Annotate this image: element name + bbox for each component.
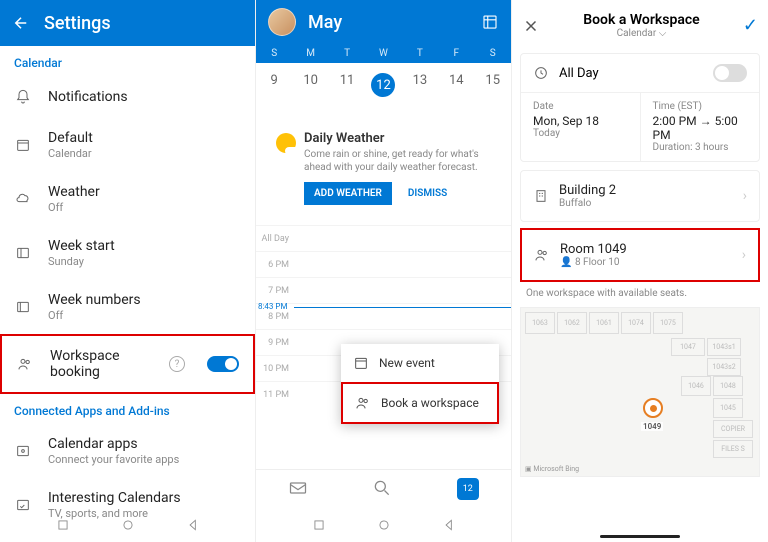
datetime-card: All Day Date Mon, Sep 18 Today Time (EST… bbox=[520, 53, 760, 162]
now-time: 8:43 PM bbox=[258, 302, 287, 311]
mail-tab-icon[interactable] bbox=[288, 478, 308, 500]
date-10[interactable]: 10 bbox=[292, 69, 328, 101]
floor-map[interactable]: 1063 1062 1061 1074 1075 1047 1043s1 104… bbox=[520, 307, 760, 477]
people-icon bbox=[534, 247, 550, 263]
new-menu: New event Book a workspace bbox=[341, 344, 499, 424]
menu-book-workspace[interactable]: Book a workspace bbox=[341, 382, 499, 424]
book-header: Book a Workspace Calendar ⌵ ✓ bbox=[512, 0, 768, 45]
interesting-icon bbox=[14, 496, 32, 514]
row-weather[interactable]: WeatherOff bbox=[0, 172, 255, 226]
date-12-selected[interactable]: 12 bbox=[365, 69, 401, 101]
date-picker[interactable]: Date Mon, Sep 18 Today bbox=[521, 93, 641, 161]
time-picker[interactable]: Time (EST) 2:00 PM → 5:00 PM Duration: 3… bbox=[641, 93, 760, 161]
clock-icon bbox=[533, 65, 549, 81]
settings-title: Settings bbox=[44, 13, 111, 34]
section-calendar: Calendar bbox=[0, 46, 255, 76]
calendar-icon bbox=[14, 136, 32, 154]
weather-sub: Come rain or shine, get ready for what's… bbox=[304, 148, 491, 174]
row-workspace-booking[interactable]: Workspace booking ? bbox=[0, 334, 255, 394]
help-icon[interactable]: ? bbox=[169, 356, 185, 372]
person-icon: 👤 bbox=[560, 257, 572, 268]
android-nav-2 bbox=[256, 514, 511, 536]
nav-recents-icon[interactable] bbox=[312, 518, 326, 532]
dismiss-button[interactable]: DISMISS bbox=[400, 182, 455, 205]
settings-header: Settings bbox=[0, 0, 255, 46]
availability-text: One workspace with available seats. bbox=[512, 282, 768, 303]
bottom-tabs: 12 bbox=[256, 469, 511, 508]
close-icon[interactable] bbox=[522, 17, 540, 35]
calendar-tab[interactable]: 12 bbox=[457, 478, 479, 500]
week-icon bbox=[14, 244, 32, 262]
weather-card: Daily Weather Come rain or shine, get re… bbox=[266, 121, 501, 215]
add-weather-button[interactable]: ADD WEATHER bbox=[304, 182, 392, 205]
date-15[interactable]: 15 bbox=[475, 69, 511, 101]
nav-recents-icon[interactable] bbox=[56, 518, 70, 532]
weather-title: Daily Weather bbox=[304, 131, 491, 146]
day-of-week-row: SMTWTFS bbox=[256, 44, 511, 63]
book-workspace-panel: Book a Workspace Calendar ⌵ ✓ All Day Da… bbox=[512, 0, 768, 542]
sun-icon bbox=[276, 133, 296, 153]
calendar-header: May SMTWTFS bbox=[256, 0, 511, 63]
search-tab-icon[interactable] bbox=[372, 478, 392, 500]
map-attribution: ▣ Microsoft Bing bbox=[525, 465, 579, 473]
workspace-icon bbox=[16, 355, 34, 373]
month-label[interactable]: May bbox=[308, 12, 469, 33]
chevron-right-icon: › bbox=[742, 247, 746, 263]
android-nav bbox=[0, 514, 255, 536]
avatar[interactable] bbox=[268, 8, 296, 36]
workspace-toggle[interactable] bbox=[207, 356, 239, 372]
bell-icon bbox=[14, 88, 32, 106]
nav-back-icon[interactable] bbox=[442, 518, 456, 532]
chevron-right-icon: › bbox=[743, 188, 747, 204]
cloud-icon bbox=[14, 190, 32, 208]
map-pin[interactable]: 1049 bbox=[643, 398, 665, 420]
section-addins: Connected Apps and Add-ins bbox=[0, 394, 255, 424]
row-default[interactable]: DefaultCalendar bbox=[0, 118, 255, 172]
date-row: 9 10 11 12 13 14 15 bbox=[256, 63, 511, 111]
date-11[interactable]: 11 bbox=[329, 69, 365, 101]
nav-home-icon[interactable] bbox=[121, 518, 135, 532]
apps-icon bbox=[14, 442, 32, 460]
agenda-icon[interactable] bbox=[481, 13, 499, 31]
building-card[interactable]: Building 2 Buffalo › bbox=[520, 170, 760, 222]
now-indicator bbox=[294, 307, 511, 308]
home-indicator[interactable] bbox=[600, 535, 680, 538]
menu-new-event[interactable]: New event bbox=[341, 344, 499, 382]
nav-home-icon[interactable] bbox=[377, 518, 391, 532]
workspace-icon bbox=[355, 395, 371, 411]
date-13[interactable]: 13 bbox=[402, 69, 438, 101]
back-icon[interactable] bbox=[12, 14, 30, 32]
event-icon bbox=[353, 355, 369, 371]
settings-panel: Settings Calendar Notifications DefaultC… bbox=[0, 0, 256, 542]
row-notifications[interactable]: Notifications bbox=[0, 76, 255, 118]
allday-row[interactable]: All Day bbox=[521, 54, 759, 93]
chevron-down-icon: ⌵ bbox=[659, 28, 667, 39]
nav-back-icon[interactable] bbox=[186, 518, 200, 532]
allday-toggle[interactable] bbox=[713, 64, 747, 82]
numbers-icon bbox=[14, 298, 32, 316]
date-14[interactable]: 14 bbox=[438, 69, 474, 101]
confirm-icon[interactable]: ✓ bbox=[743, 15, 758, 36]
row-weekstart[interactable]: Week startSunday bbox=[0, 226, 255, 280]
book-subtitle: Calendar ⌵ bbox=[540, 28, 743, 39]
row-weeknumbers[interactable]: Week numbersOff bbox=[0, 280, 255, 334]
calendar-panel: May SMTWTFS 9 10 11 12 13 14 15 Daily We… bbox=[256, 0, 512, 542]
date-9[interactable]: 9 bbox=[256, 69, 292, 101]
building-icon bbox=[533, 188, 549, 204]
row-calendar-apps[interactable]: Calendar appsConnect your favorite apps bbox=[0, 424, 255, 478]
room-card[interactable]: Room 1049 👤 8 Floor 10 › bbox=[520, 228, 760, 282]
book-title: Book a Workspace bbox=[540, 12, 743, 28]
